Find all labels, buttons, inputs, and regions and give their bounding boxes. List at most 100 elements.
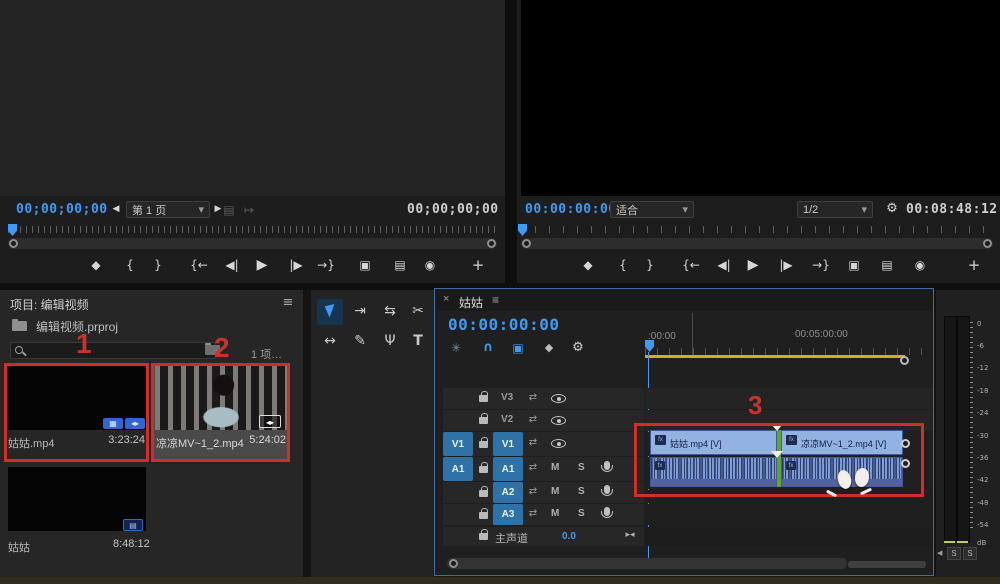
mic-icon[interactable] [604, 507, 610, 516]
work-area-handle[interactable] [900, 356, 909, 365]
track-target-a3[interactable]: A3 [493, 504, 523, 525]
linked-selection-icon[interactable]: ▣ [510, 341, 526, 355]
mute-button[interactable]: M [551, 508, 559, 519]
mark-out-icon[interactable]: } [642, 258, 658, 272]
nest-toggle-icon[interactable]: ✳ [448, 341, 464, 355]
source-zoom-scrollbar[interactable] [8, 238, 497, 249]
export-frame-icon[interactable]: ◉ [912, 258, 928, 272]
program-zoom-scrollbar[interactable] [521, 238, 993, 249]
source-patch-v1[interactable]: V1 [443, 432, 473, 456]
source-zoom-handle-right[interactable] [487, 239, 496, 248]
prev-page-icon[interactable]: ◀ [110, 204, 122, 214]
timeline-ruler-ticks[interactable] [645, 348, 933, 355]
master-track-label[interactable]: 主声道 [495, 530, 528, 546]
sync-lock-icon[interactable]: ⇄ [526, 486, 540, 497]
mark-out-icon[interactable]: } [150, 258, 166, 272]
wrench-icon[interactable]: ⚙ [884, 201, 900, 216]
go-to-out-icon[interactable]: →} [317, 258, 335, 272]
page-select[interactable]: 第 1 页 ▾ [126, 201, 210, 218]
track-label-v3[interactable]: V3 [501, 392, 513, 403]
panel-menu-icon[interactable]: ≡ [281, 295, 295, 310]
solo-right-button[interactable]: S [963, 547, 977, 560]
source-mini-ruler[interactable] [8, 226, 497, 233]
master-level-value[interactable]: 0.0 [562, 531, 576, 542]
solo-button[interactable]: S [578, 508, 585, 519]
item-name[interactable]: 姑姑 [8, 539, 30, 555]
step-forward-icon[interactable]: |▶ [777, 258, 795, 272]
sync-lock-icon[interactable]: ⇄ [526, 437, 540, 448]
sync-lock-icon[interactable]: ⇄ [526, 462, 540, 473]
lock-icon[interactable] [479, 395, 488, 402]
program-zoom-handle-right[interactable] [983, 239, 992, 248]
export-frame-icon[interactable]: ◉ [422, 258, 438, 272]
drag-media-icon[interactable]: ↦ [242, 203, 256, 217]
track-lane-a3[interactable] [645, 504, 933, 525]
close-icon[interactable]: × [443, 293, 449, 305]
track-label-v2[interactable]: V2 [501, 414, 513, 425]
add-button-icon[interactable]: + [470, 256, 486, 274]
fit-sequence-icon[interactable]: ▸◂ [622, 530, 638, 540]
lock-icon[interactable] [479, 466, 488, 473]
timeline-settings-wrench-icon[interactable]: ⚙ [570, 340, 586, 355]
lock-icon[interactable] [479, 512, 488, 519]
step-back-icon[interactable]: ◀| [715, 258, 733, 272]
sync-lock-icon[interactable]: ⇄ [526, 392, 540, 403]
panel-divider[interactable] [303, 290, 311, 577]
add-button-icon[interactable]: + [966, 256, 982, 274]
add-marker-icon[interactable]: ◆ [580, 258, 596, 272]
go-to-in-icon[interactable]: {← [682, 258, 700, 272]
panel-menu-icon[interactable]: ≡ [492, 293, 499, 307]
timeline-scrollbar[interactable] [447, 558, 847, 569]
lock-icon[interactable] [479, 533, 488, 540]
eye-icon[interactable] [551, 439, 566, 448]
source-patch-a1[interactable]: A1 [443, 457, 473, 481]
sync-lock-icon[interactable]: ⇄ [526, 414, 540, 425]
timeline-scrollbar-handle-left[interactable] [449, 559, 458, 568]
timeline-timecode[interactable]: 00:00:00:00 [448, 315, 559, 334]
solo-button[interactable]: S [578, 486, 585, 497]
mic-icon[interactable] [604, 461, 610, 470]
lift-icon[interactable]: ▣ [846, 258, 862, 272]
timeline-tab-label[interactable]: 姑姑 [459, 294, 483, 311]
track-lane-master[interactable] [645, 527, 933, 546]
type-tool[interactable]: T [405, 333, 431, 349]
track-select-tool[interactable]: ⇥ [347, 303, 373, 319]
overwrite-icon[interactable]: ▤ [392, 258, 408, 272]
fit-select[interactable]: 适合 ▾ [610, 201, 694, 218]
snap-magnet-icon[interactable]: ∩ [480, 340, 496, 355]
mute-button[interactable]: M [551, 462, 559, 473]
program-zoom-handle-left[interactable] [522, 239, 531, 248]
program-timecode[interactable]: 00:00:00:00 [525, 202, 617, 217]
pen-tool[interactable]: ✎ [347, 333, 373, 349]
vertical-divider[interactable] [505, 0, 517, 283]
go-to-out-icon[interactable]: →} [812, 258, 830, 272]
source-timecode[interactable]: 00;00;00;00 [16, 202, 108, 217]
track-target-a1[interactable]: A1 [493, 457, 523, 481]
track-target-v1[interactable]: V1 [493, 432, 523, 456]
eye-icon[interactable] [551, 394, 566, 403]
eye-icon[interactable] [551, 416, 566, 425]
solo-left-button[interactable]: S [947, 547, 961, 560]
extract-icon[interactable]: ▤ [879, 258, 895, 272]
mute-button[interactable]: M [551, 486, 559, 497]
timeline-scrollbar-segment[interactable] [848, 561, 926, 568]
lock-icon[interactable] [479, 441, 488, 448]
work-area-bar[interactable] [645, 355, 905, 358]
ripple-edit-tool[interactable]: ⇆ [377, 303, 403, 319]
lock-icon[interactable] [479, 417, 488, 424]
export-settings-icon[interactable]: ▤ [222, 203, 236, 217]
source-zoom-handle-left[interactable] [9, 239, 18, 248]
selection-tool[interactable] [317, 299, 343, 325]
razor-tool[interactable]: ✂ [405, 303, 431, 319]
step-back-icon[interactable]: ◀| [223, 258, 241, 272]
add-marker-icon[interactable]: ◆ [88, 258, 104, 272]
search-input[interactable] [10, 342, 216, 359]
track-lane-v3[interactable] [645, 388, 933, 409]
play-icon[interactable]: ▶ [745, 257, 761, 273]
solo-button[interactable]: S [578, 462, 585, 473]
hand-tool[interactable]: Ψ [377, 333, 403, 349]
mark-in-icon[interactable]: { [615, 258, 631, 272]
mic-icon[interactable] [604, 485, 610, 494]
add-marker-icon[interactable]: ◆ [541, 341, 557, 354]
mark-in-icon[interactable]: { [122, 258, 138, 272]
